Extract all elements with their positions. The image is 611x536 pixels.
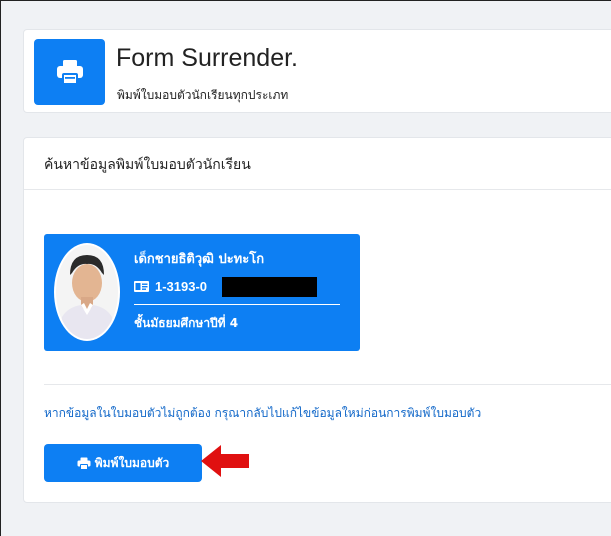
panel-header: ค้นหาข้อมูลพิมพ์ใบมอบตัวนักเรียน — [24, 138, 611, 190]
section-divider — [44, 384, 611, 385]
card-divider — [134, 304, 340, 305]
search-panel: ค้นหาข้อมูลพิมพ์ใบมอบตัวนักเรียน เด็กชาย… — [23, 137, 611, 503]
correction-notice-link[interactable]: หากข้อมูลในใบมอบตัวไม่ถูกต้อง กรุณากลับไ… — [44, 404, 481, 423]
student-card: เด็กชายธิติวุฒิ ปะทะโก 1-3193-0 ชั้นมัธย… — [44, 234, 360, 351]
student-grade: ชั้นมัธยมศึกษาปีที่ 4 — [134, 316, 239, 330]
print-form-button[interactable]: พิมพ์ใบมอบตัว — [44, 444, 202, 482]
printer-icon — [77, 457, 91, 470]
panel-title: ค้นหาข้อมูลพิมพ์ใบมอบตัวนักเรียน — [44, 157, 251, 173]
redaction-block — [222, 277, 317, 297]
page-frame: Form Surrender. พิมพ์ใบมอบตัวนักเรียนทุก… — [0, 0, 611, 536]
page-subtitle: พิมพ์ใบมอบตัวนักเรียนทุกประเภท — [117, 88, 289, 102]
id-card-icon — [134, 280, 149, 292]
student-name: เด็กชายธิติวุฒิ ปะทะโก — [134, 252, 265, 267]
student-id: 1-3193-0 — [155, 278, 208, 294]
header-card: Form Surrender. พิมพ์ใบมอบตัวนักเรียนทุก… — [23, 29, 611, 113]
print-button-label: พิมพ์ใบมอบตัว — [94, 455, 170, 470]
avatar — [54, 243, 120, 341]
student-id-row: 1-3193-0 — [134, 276, 207, 296]
red-arrow-icon — [201, 445, 249, 477]
printer-icon — [56, 60, 83, 85]
page-title: Form Surrender. — [116, 44, 299, 72]
header-icon-box — [34, 39, 105, 105]
student-photo-icon — [56, 245, 118, 339]
